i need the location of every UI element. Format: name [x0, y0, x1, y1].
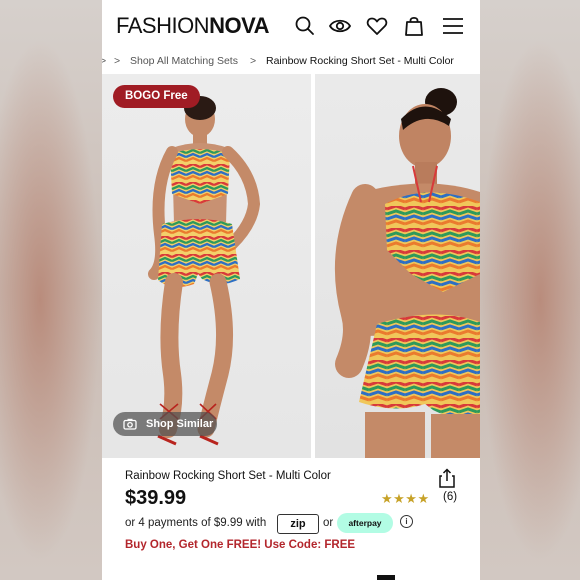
share-icon[interactable]: [438, 468, 456, 488]
bogo-badge: BOGO Free: [113, 85, 200, 108]
breadcrumb: > > Shop All Matching Sets > Rainbow Roc…: [102, 52, 480, 74]
product-price: $39.99: [125, 487, 187, 509]
zip-pay-logo[interactable]: zip: [277, 514, 319, 534]
breadcrumb-separator: >: [102, 55, 107, 67]
breadcrumb-separator: >: [250, 55, 257, 67]
info-icon[interactable]: i: [400, 515, 413, 528]
phone-screen: FASHIONNOVA > > Shop All Matching Sets >…: [102, 0, 480, 580]
promo-message: Buy One, Get One FREE! Use Code: FREE: [125, 539, 356, 551]
heart-icon[interactable]: [365, 14, 389, 38]
installment-text: or 4 payments of $9.99 with: [125, 517, 267, 529]
product-image-main[interactable]: BOGO Free Shop Similar: [102, 74, 311, 458]
logo-part1: FASHION: [116, 13, 210, 38]
search-icon[interactable]: [293, 14, 317, 38]
afterpay-logo[interactable]: afterpay: [337, 513, 393, 533]
model-illustration-full: [148, 96, 261, 446]
eye-icon[interactable]: [328, 14, 352, 38]
breadcrumb-item-current: Rainbow Rocking Short Set - Multi Color: [266, 55, 454, 67]
rating-stars[interactable]: ★★★★: [381, 491, 430, 507]
shop-similar-label: Shop Similar: [146, 418, 214, 430]
shop-similar-button[interactable]: Shop Similar: [113, 412, 217, 436]
logo[interactable]: FASHIONNOVA: [116, 13, 270, 39]
breadcrumb-item-matching-sets[interactable]: Shop All Matching Sets: [130, 55, 238, 67]
logo-part2: NOVA: [209, 13, 270, 38]
camera-icon: [123, 418, 137, 430]
header: FASHIONNOVA: [102, 0, 480, 52]
payment-or-text: or: [323, 517, 334, 529]
bag-icon[interactable]: [402, 14, 426, 38]
size-guide-icon[interactable]: [377, 575, 395, 580]
review-count[interactable]: (6): [443, 491, 457, 503]
product-image-secondary[interactable]: [315, 74, 480, 458]
product-name: Rainbow Rocking Short Set - Multi Color: [125, 470, 331, 482]
model-illustration-closeup: [334, 88, 480, 458]
menu-icon[interactable]: [441, 14, 465, 38]
breadcrumb-separator: >: [114, 55, 121, 67]
